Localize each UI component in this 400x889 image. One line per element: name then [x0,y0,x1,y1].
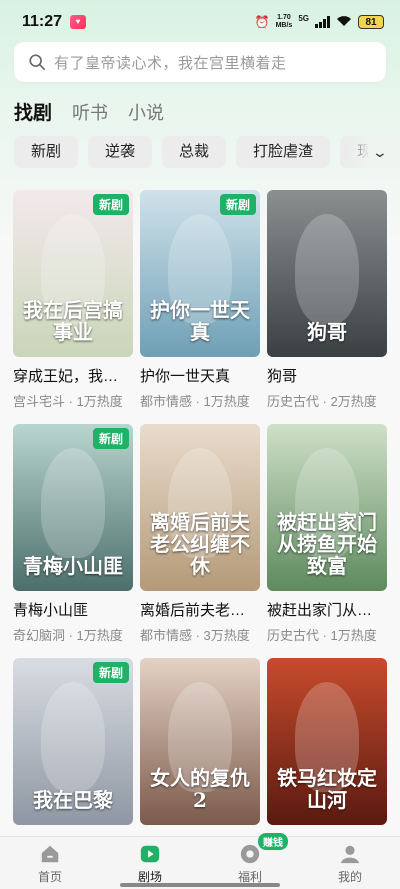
drama-poster[interactable]: 青梅小山匪 新剧 [13,424,133,591]
drama-title[interactable]: 青梅小山匪 [13,599,131,620]
drama-meta: 宫斗宅斗 · 1万热度 [13,394,123,409]
drama-meta: 历史古代 · 1万热度 [267,628,377,643]
profile-icon [340,845,360,864]
poster-title-art: 护你一世天真 [150,298,250,344]
poster-title-art: 狗哥 [307,320,347,344]
new-badge: 新剧 [92,428,129,449]
poster-title-art: 我在巴黎 [33,788,113,812]
search-placeholder: 有了皇帝读心术，我在宫里横着走 [54,54,287,72]
drama-poster[interactable]: 女人的复仇2 [140,658,260,825]
poster-title-art: 青梅小山匪 [23,554,123,578]
drama-meta: 都市情感 · 3万热度 [140,628,250,643]
net-speed-unit: MB/s [275,22,293,29]
drama-title[interactable]: 离婚后前夫老公纠缠不休 [140,599,258,620]
bottom-nav: 首页 剧场 赚钱 福利 我的 [0,833,400,889]
drama-title[interactable]: 被赶出家门从捞鱼开始致富 [267,599,385,620]
drama-card[interactable]: 女人的复仇2 [140,658,260,825]
nav-home[interactable]: 首页 [0,837,100,889]
drama-meta: 奇幻脑洞 · 1万热度 [13,628,123,643]
home-indicator [120,883,280,887]
alarm-icon: ⏰ [254,15,270,29]
drama-card[interactable]: 我在巴黎 新剧 [13,658,133,825]
category-chips: 新剧 逆袭 总裁 打脸虐渣 现代 [14,136,400,168]
net-speed: 1.70 MB/s [276,14,293,30]
search-bar[interactable]: 有了皇帝读心术，我在宫里横着走 [14,42,386,82]
tab-novel[interactable]: 小说 [128,99,164,125]
nav-welfare[interactable]: 赚钱 福利 [200,833,300,889]
drama-grid: 我在后宫搞事业新剧穿成王妃，我在后宫搞事业宫斗宅斗 · 1万热度护你一世天真新剧… [13,190,387,825]
drama-poster[interactable]: 离婚后前夫老公纠缠不休 [140,424,260,591]
drama-title[interactable]: 护你一世天真 [140,365,258,386]
poster-figure [41,448,105,558]
poster-figure [295,214,359,324]
wifi-icon [336,15,352,30]
content-tabs: 找剧 听书 小说 [14,98,164,125]
chevron-down-icon: ⌄ [371,143,389,160]
nav-home-label: 首页 [37,870,62,884]
app-notification-icon: ♥ [70,15,87,29]
nav-profile[interactable]: 我的 [300,837,400,889]
poster-figure [41,682,105,792]
new-badge: 新剧 [219,194,256,215]
drama-poster[interactable]: 被赶出家门从捞鱼开始致富 [267,424,387,591]
nav-theater[interactable]: 剧场 [100,837,200,889]
drama-card[interactable]: 离婚后前夫老公纠缠不休离婚后前夫老公纠缠不休都市情感 · 3万热度 [140,424,260,644]
new-badge: 新剧 [92,662,129,683]
drama-poster[interactable]: 我在巴黎 新剧 [13,658,133,825]
poster-title-art: 我在后宫搞事业 [23,298,123,344]
drama-poster[interactable]: 铁马红妆定山河 [267,658,387,825]
status-time: 11:27 [22,13,63,30]
tab-find-drama[interactable]: 找剧 [14,98,52,125]
nav-profile-label: 我的 [337,870,362,884]
drama-card[interactable]: 狗哥 狗哥 历史古代 · 2万热度 [267,190,387,410]
drama-title[interactable]: 穿成王妃，我在后宫搞事业 [13,365,131,386]
drama-poster[interactable]: 狗哥 [267,190,387,357]
home-icon [41,845,59,863]
drama-card[interactable]: 青梅小山匪 新剧青梅小山匪奇幻脑洞 · 1万热度 [13,424,133,644]
theater-icon [140,845,160,863]
welfare-icon [240,844,260,864]
drama-title[interactable]: 狗哥 [267,365,385,386]
drama-card[interactable]: 铁马红妆定山河 [267,658,387,825]
chip-face-slap[interactable]: 打脸虐渣 [236,136,331,168]
chips-expand[interactable]: ⌄ [344,136,400,168]
signal-icon [315,16,330,28]
earn-badge: 赚钱 [258,833,288,850]
battery-indicator: 81 [358,15,384,29]
tab-audiobook[interactable]: 听书 [72,99,108,125]
search-icon [29,54,46,71]
drama-card[interactable]: 我在后宫搞事业 新剧穿成王妃，我在后宫搞事业宫斗宅斗 · 1万热度 [13,190,133,410]
new-badge: 新剧 [92,194,129,215]
chip-comeback[interactable]: 逆袭 [88,136,153,168]
drama-card[interactable]: 被赶出家门从捞鱼开始致富被赶出家门从捞鱼开始致富历史古代 · 1万热度 [267,424,387,644]
poster-title-art: 女人的复仇2 [150,766,250,812]
drama-meta: 历史古代 · 2万热度 [267,394,377,409]
network-type: 5G [298,13,309,23]
drama-card[interactable]: 护你一世天真 新剧护你一世天真都市情感 · 1万热度 [140,190,260,410]
poster-title-art: 离婚后前夫老公纠缠不休 [150,510,250,578]
poster-title-art: 铁马红妆定山河 [277,766,377,812]
chip-ceo[interactable]: 总裁 [162,136,227,168]
chip-new[interactable]: 新剧 [14,136,79,168]
drama-meta: 都市情感 · 1万热度 [140,394,250,409]
status-bar: 11:27 ♥ ⏰ 1.70 MB/s 5G 81 [0,0,400,44]
drama-poster[interactable]: 我在后宫搞事业 新剧 [13,190,133,357]
poster-title-art: 被赶出家门从捞鱼开始致富 [277,510,377,578]
drama-poster[interactable]: 护你一世天真 新剧 [140,190,260,357]
net-speed-value: 1.70 [277,14,291,21]
